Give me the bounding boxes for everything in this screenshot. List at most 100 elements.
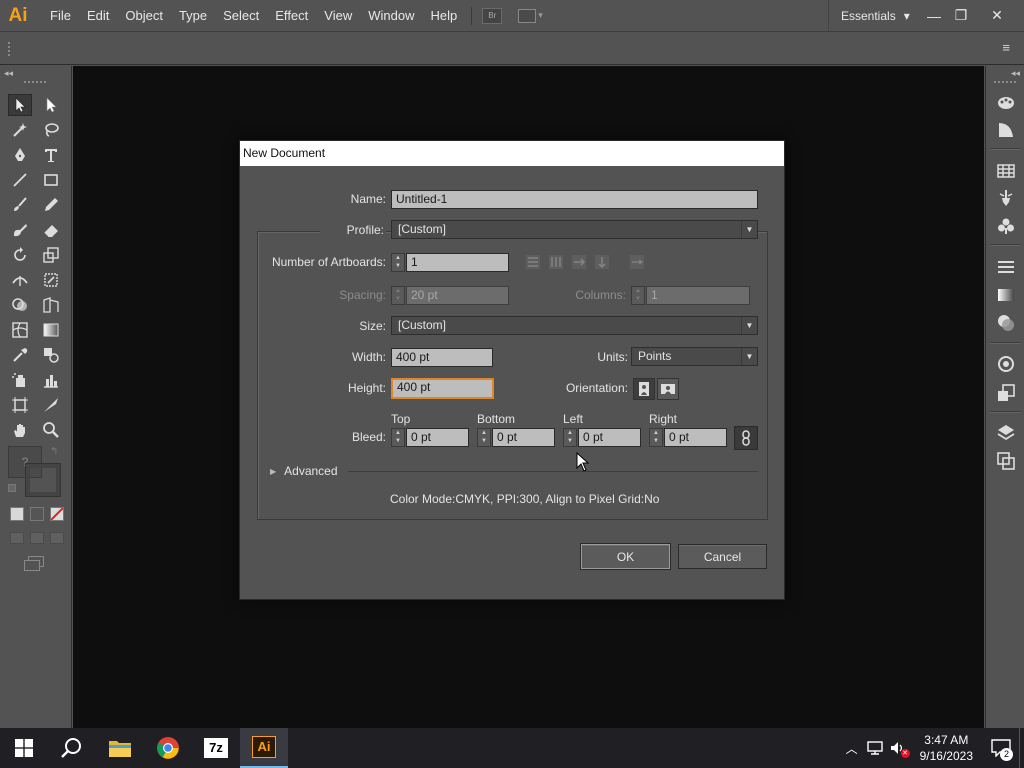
- pen-tool-icon[interactable]: [8, 144, 32, 166]
- show-hidden-icons-icon[interactable]: ︿: [840, 740, 864, 757]
- notification-center-button[interactable]: 2: [983, 728, 1019, 768]
- free-transform-tool-icon[interactable]: [39, 269, 63, 291]
- slice-tool-icon[interactable]: [39, 394, 63, 416]
- menu-file[interactable]: File: [42, 0, 79, 31]
- bleed-bottom-stepper[interactable]: ▲ ▼: [477, 428, 491, 447]
- expand-panels-icon[interactable]: ◂◂: [1011, 68, 1020, 79]
- stroke-swatch[interactable]: [25, 463, 61, 497]
- appearance-panel-icon[interactable]: [995, 353, 1017, 375]
- workspace-switcher[interactable]: Essentials ▾: [828, 0, 918, 31]
- bleed-right-field[interactable]: 0 pt: [664, 428, 727, 447]
- scale-tool-icon[interactable]: [39, 244, 63, 266]
- mesh-tool-icon[interactable]: [8, 319, 32, 341]
- artboards-stepper[interactable]: ▲ ▼: [391, 253, 405, 272]
- size-dropdown[interactable]: [Custom] ▼: [391, 316, 758, 335]
- right-to-left-layout-icon[interactable]: [626, 252, 648, 272]
- menu-select[interactable]: Select: [215, 0, 267, 31]
- restore-button[interactable]: ❐: [948, 0, 974, 31]
- line-tool-icon[interactable]: [8, 169, 32, 191]
- bleed-left-stepper[interactable]: ▲ ▼: [563, 428, 577, 447]
- arrange-by-row-icon[interactable]: [568, 252, 590, 272]
- type-tool-icon[interactable]: [39, 144, 63, 166]
- pencil-tool-icon[interactable]: [39, 194, 63, 216]
- lasso-tool-icon[interactable]: [39, 119, 63, 141]
- bridge-button[interactable]: Br: [482, 7, 503, 24]
- menu-type[interactable]: Type: [171, 0, 215, 31]
- eraser-tool-icon[interactable]: [39, 219, 63, 241]
- panel-grip[interactable]: [24, 81, 46, 83]
- stroke-panel-icon[interactable]: [995, 256, 1017, 278]
- units-dropdown[interactable]: Points ▼: [631, 347, 758, 366]
- spacing-stepper[interactable]: ▲ ▼: [391, 286, 405, 305]
- artboards-field[interactable]: 1: [406, 253, 509, 272]
- menu-edit[interactable]: Edit: [79, 0, 117, 31]
- bleed-bottom-field[interactable]: 0 pt: [492, 428, 555, 447]
- search-button[interactable]: [48, 728, 96, 768]
- ok-button[interactable]: OK: [580, 543, 671, 570]
- width-tool-icon[interactable]: [8, 269, 32, 291]
- spacing-field[interactable]: 20 pt: [406, 286, 509, 305]
- gradient-panel-icon[interactable]: [995, 284, 1017, 306]
- 7zip-button[interactable]: 7z: [192, 728, 240, 768]
- artboards-panel-icon[interactable]: [995, 450, 1017, 472]
- advanced-toggle[interactable]: ▶ Advanced: [270, 464, 338, 478]
- swap-fill-stroke-icon[interactable]: ↰: [50, 446, 58, 457]
- bleed-top-stepper[interactable]: ▲ ▼: [391, 428, 405, 447]
- menu-view[interactable]: View: [316, 0, 360, 31]
- dock-grip[interactable]: [994, 81, 1016, 83]
- column-graph-tool-icon[interactable]: [39, 369, 63, 391]
- layers-panel-icon[interactable]: [995, 422, 1017, 444]
- rotate-tool-icon[interactable]: [8, 244, 32, 266]
- graphic-styles-panel-icon[interactable]: [995, 382, 1017, 404]
- eyedropper-tool-icon[interactable]: [8, 344, 32, 366]
- brushes-panel-icon[interactable]: [995, 187, 1017, 209]
- link-bleed-icon[interactable]: [734, 426, 758, 450]
- color-guide-panel-icon[interactable]: [995, 119, 1017, 141]
- grid-by-column-icon[interactable]: [545, 252, 567, 272]
- portrait-orientation-button[interactable]: [633, 378, 655, 400]
- gradient-tool-icon[interactable]: [39, 319, 63, 341]
- network-icon[interactable]: [864, 740, 886, 756]
- perspective-grid-tool-icon[interactable]: [39, 294, 63, 316]
- direct-selection-tool-icon[interactable]: [39, 94, 63, 116]
- arrange-documents-button[interactable]: ▾: [518, 8, 543, 23]
- bleed-right-stepper[interactable]: ▲ ▼: [649, 428, 663, 447]
- control-bar-grip[interactable]: [8, 42, 10, 56]
- screen-mode-icon[interactable]: [24, 556, 46, 572]
- clock[interactable]: 3:47 AM 9/16/2023: [910, 732, 983, 764]
- artboard-tool-icon[interactable]: [8, 394, 32, 416]
- zoom-tool-icon[interactable]: [39, 419, 63, 441]
- columns-field[interactable]: 1: [646, 286, 750, 305]
- draw-behind-icon[interactable]: [30, 532, 44, 544]
- blob-brush-tool-icon[interactable]: [8, 219, 32, 241]
- landscape-orientation-button[interactable]: [657, 378, 679, 400]
- width-field[interactable]: 400 pt: [391, 348, 493, 367]
- color-panel-icon[interactable]: [995, 91, 1017, 113]
- chrome-button[interactable]: [144, 728, 192, 768]
- selection-tool-icon[interactable]: [8, 94, 32, 116]
- rectangle-tool-icon[interactable]: [39, 169, 63, 191]
- menu-help[interactable]: Help: [422, 0, 465, 31]
- arrange-by-column-icon[interactable]: [591, 252, 613, 272]
- blend-tool-icon[interactable]: [39, 344, 63, 366]
- grid-by-row-icon[interactable]: [522, 252, 544, 272]
- menu-window[interactable]: Window: [360, 0, 422, 31]
- profile-dropdown[interactable]: [Custom] ▼: [391, 220, 758, 239]
- minimize-button[interactable]: —: [920, 0, 948, 31]
- bleed-left-field[interactable]: 0 pt: [578, 428, 641, 447]
- collapse-panel-icon[interactable]: ◂◂: [4, 68, 13, 79]
- name-field[interactable]: Untitled-1: [391, 190, 758, 209]
- default-fill-stroke-icon[interactable]: [8, 484, 16, 492]
- bleed-top-field[interactable]: 0 pt: [406, 428, 469, 447]
- illustrator-taskbar-button[interactable]: Ai: [240, 728, 288, 768]
- volume-muted-icon[interactable]: ✕: [886, 740, 910, 758]
- draw-inside-icon[interactable]: [50, 532, 64, 544]
- menu-effect[interactable]: Effect: [267, 0, 316, 31]
- gradient-mode-icon[interactable]: [30, 507, 44, 521]
- symbol-sprayer-tool-icon[interactable]: [8, 369, 32, 391]
- start-button[interactable]: [0, 728, 48, 768]
- cancel-button[interactable]: Cancel: [678, 544, 767, 569]
- columns-stepper[interactable]: ▲ ▼: [631, 286, 645, 305]
- height-field[interactable]: 400 pt: [391, 378, 494, 399]
- color-mode-icon[interactable]: [10, 507, 24, 521]
